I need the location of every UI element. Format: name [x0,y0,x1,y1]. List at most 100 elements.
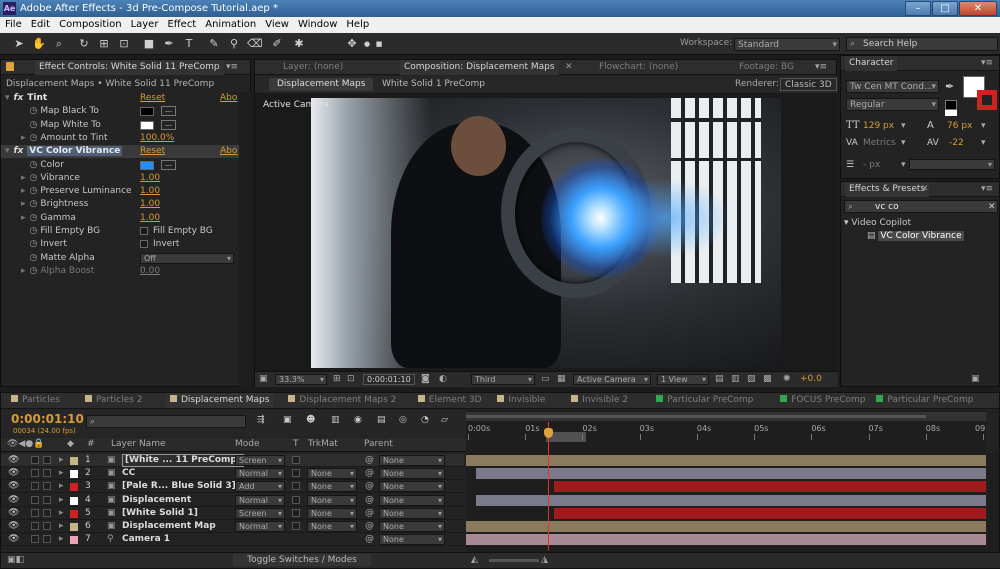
camera-tool-icon[interactable]: ⊞ [97,37,111,51]
shy-layers-icon[interactable]: ☻ [306,415,315,425]
stopwatch-icon[interactable]: ◷ [30,266,38,276]
auto-keyframe-icon[interactable]: ◔ [421,415,429,425]
layer-row[interactable]: 👁 ▸ 2 ▣ CC Normal None @ None [1,467,464,481]
menu-animation[interactable]: Animation [205,19,256,30]
layer-trkmat-select[interactable]: None [307,507,357,519]
preserve-transparency-toggle[interactable] [292,482,300,491]
renderer-value[interactable]: Classic 3D [780,78,837,91]
param-checkbox[interactable] [140,227,148,235]
parent-pickwhip-icon[interactable]: @ [365,480,374,493]
tab-footage[interactable]: Footage: BG [735,60,798,75]
stopwatch-icon[interactable]: ◷ [30,199,38,209]
layer-mode-select[interactable]: Add [235,481,285,493]
expand-triangle-icon[interactable]: ▸ [59,454,64,467]
solo-toggle[interactable] [31,482,39,491]
font-size-value[interactable]: 129 px [863,121,894,131]
timeline-timecode[interactable]: 0:00:01:10 [11,412,84,426]
zoom-out-icon[interactable]: ◭ [471,555,478,565]
maximize-button[interactable]: □ [932,1,958,16]
toggle-switches-modes-button[interactable]: Toggle Switches / Modes [233,554,371,566]
camera-view-select[interactable]: Active Camera [573,374,651,385]
grid-icon[interactable]: ⊞ [333,374,341,384]
rotate-tool-icon[interactable]: ↻ [77,37,91,51]
layer-duration-bar[interactable] [466,521,986,532]
eyedropper-icon[interactable]: ― [161,106,176,117]
menu-edit[interactable]: Edit [31,19,50,30]
layer-parent-select[interactable]: None [379,534,445,546]
lock-toggle[interactable] [43,535,51,544]
exposure-icon[interactable]: ✺ [783,374,791,384]
resolution-select[interactable]: Third [471,374,535,385]
layer-name[interactable]: Camera 1 [122,533,170,546]
axis-square-icon[interactable]: ■ [372,37,386,51]
stroke-type-select[interactable] [909,159,995,170]
layer-duration-bar[interactable] [476,468,986,480]
label-color-chip[interactable] [70,536,78,545]
menu-help[interactable]: Help [346,19,369,30]
layer-row[interactable]: 👁 ▸ 7 ⚲ Camera 1 @ None [1,533,464,547]
stopwatch-icon[interactable]: ◷ [30,173,38,183]
lock-toggle[interactable] [43,469,51,478]
param-triangle-icon[interactable]: ▸ [21,186,26,196]
lock-toggle[interactable] [43,508,51,517]
timeline-graph-area[interactable]: 0:00s 01s 02s 03s 04s 05s 06s 07s 08s 09 [466,410,986,552]
layer-duration-bar[interactable] [554,507,986,519]
eyedropper-icon[interactable]: ✒ [945,80,954,93]
toggle-switches-icon[interactable]: ▣◧ [7,555,24,565]
timeline-tab[interactable]: Particles [7,393,64,408]
viewer-timecode[interactable]: 0:00:01:10 [363,374,415,385]
lock-toggle[interactable] [43,522,51,530]
solo-toggle[interactable] [31,535,39,544]
label-color-chip[interactable] [70,509,78,518]
param-value[interactable]: 100.0% [140,132,174,145]
axis-mode-icon[interactable]: ✥ [345,37,359,51]
safe-zones-icon[interactable]: ⊡ [347,374,355,384]
stopwatch-icon[interactable]: ◷ [30,253,38,263]
frame-blending-icon[interactable]: ▥ [331,415,340,425]
kerning-dropdown-icon[interactable]: ▾ [901,138,906,148]
param-triangle-icon[interactable]: ▸ [21,213,26,223]
effects-search-field[interactable]: ⌕ vc co ✕ [844,200,998,213]
font-family-select[interactable]: Tw Cen MT Cond... [846,80,939,93]
lock-toggle[interactable] [43,456,51,464]
timeline-tab[interactable]: Particular PreComp [652,393,757,408]
pan-behind-tool-icon[interactable]: ⊡ [117,37,131,51]
playhead[interactable] [547,422,549,550]
preserve-transparency-toggle[interactable] [292,469,300,478]
font-size-dropdown-icon[interactable]: ▾ [901,121,906,131]
layer-name[interactable]: Displacement [122,494,191,507]
character-menu-icon[interactable]: ▾≡ [981,58,993,68]
transparency-grid-icon[interactable]: ▦ [557,374,566,384]
timeline-tab[interactable]: FOCUS PreComp [776,393,869,408]
visibility-eye-icon[interactable]: 👁 [8,480,19,493]
stopwatch-icon[interactable]: ◷ [30,226,38,236]
timeline-tab[interactable]: Element 3D [414,393,486,408]
param-triangle-icon[interactable]: ▸ [21,199,26,209]
timeline-icon[interactable]: ▧ [747,374,756,384]
snapshot-icon[interactable]: ▣ [259,374,268,384]
column-layer-name[interactable]: Layer Name [111,439,166,449]
layer-mode-select[interactable]: Normal [235,494,285,506]
toggle-pixel-icon[interactable]: ▤ [715,374,724,384]
label-color-chip[interactable] [70,496,78,505]
parent-pickwhip-icon[interactable]: @ [365,520,374,533]
layer-parent-select[interactable]: None [379,468,445,480]
label-color-chip[interactable] [70,523,78,531]
panel-menu-icon[interactable]: ▾≡ [226,62,238,72]
zoom-in-icon[interactable]: ◮ [541,555,548,565]
lock-toggle[interactable] [43,482,51,491]
tracking-dropdown-icon[interactable]: ▾ [981,138,986,148]
stopwatch-icon[interactable]: ◷ [30,239,38,249]
menu-effect[interactable]: Effect [167,19,196,30]
tab-effects-presets[interactable]: Effects & Presets [845,182,930,197]
layer-duration-bar[interactable] [476,494,986,506]
brush-tool-icon[interactable]: ✎ [207,37,221,51]
visibility-eye-icon[interactable]: 👁 [8,533,19,546]
visibility-eye-icon[interactable]: 👁 [8,494,19,507]
param-checkbox[interactable] [140,240,148,249]
graph-editor-icon[interactable]: ◎ [399,415,407,425]
label-color-chip[interactable] [70,470,78,479]
expand-triangle-icon[interactable]: ▸ [59,533,64,546]
timeline-tab[interactable]: Displacement Maps 2 [284,393,400,408]
subtab-displacement-maps[interactable]: Displacement Maps [269,78,374,91]
